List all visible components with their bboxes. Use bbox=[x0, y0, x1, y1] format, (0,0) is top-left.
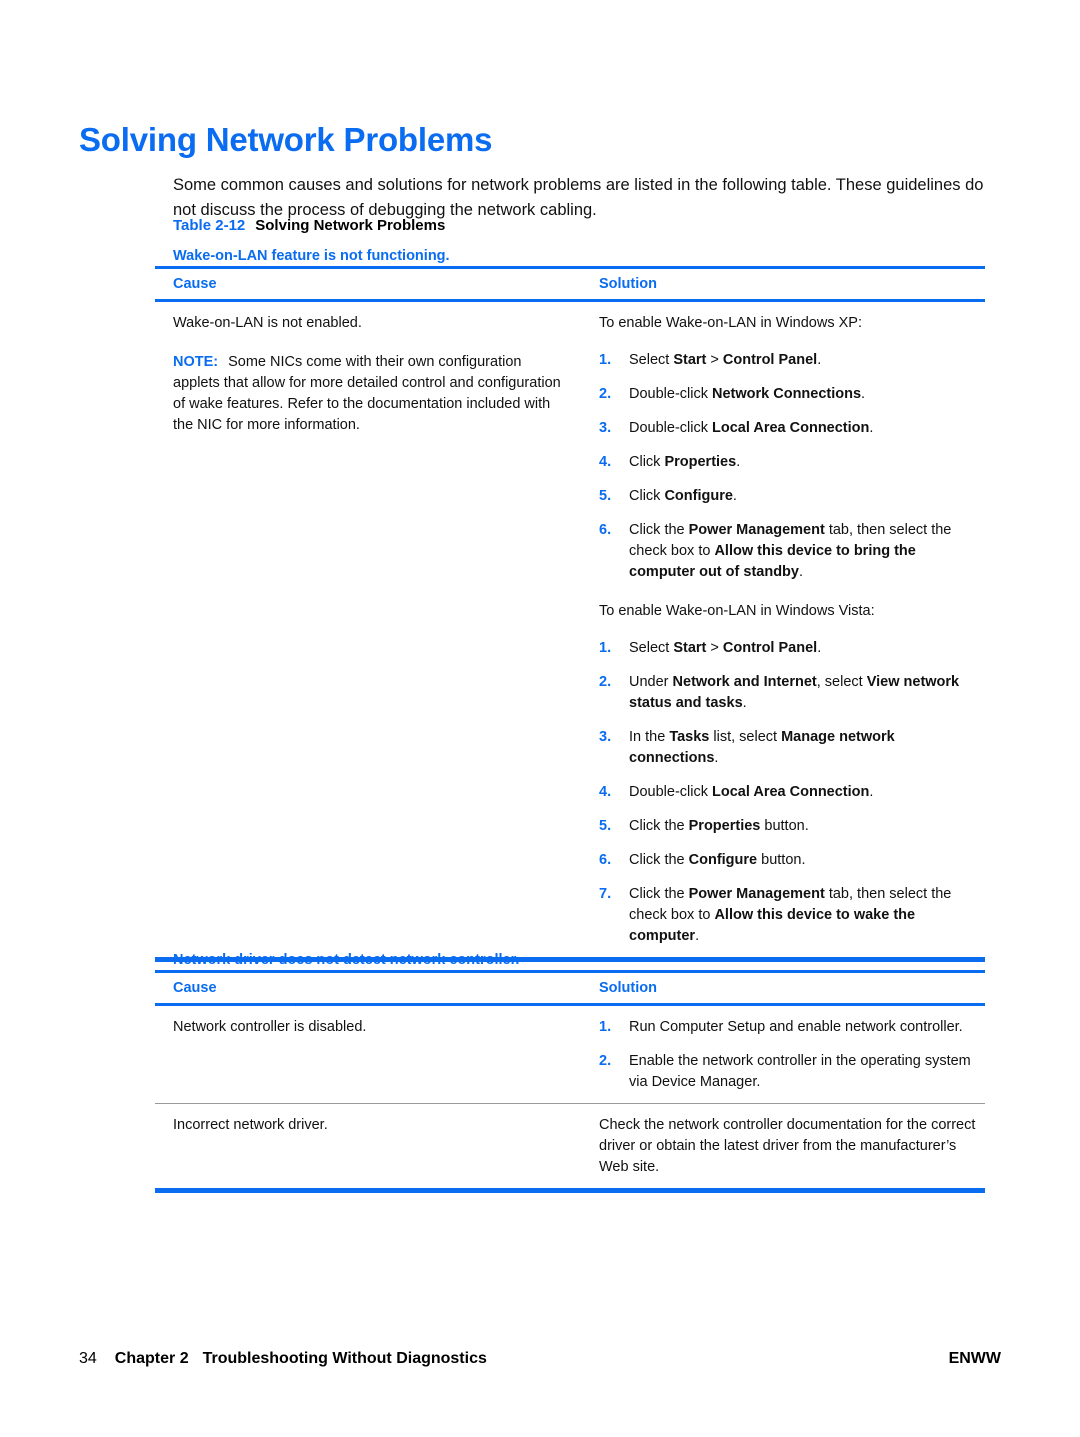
note-label: NOTE: bbox=[173, 354, 219, 370]
xp-steps-list: 1. Select Start > Control Panel. 2. Double-… bbox=[599, 350, 981, 583]
table-row: Network controller is disabled. 1. Run Co… bbox=[155, 1006, 985, 1103]
step-number: 3. bbox=[599, 420, 612, 436]
footer-right-label: ENWW bbox=[948, 1350, 1001, 1367]
step-text: Under Network and Internet, select View … bbox=[629, 674, 960, 711]
table-caption-number: Table 2-12 bbox=[173, 217, 246, 234]
step-text: Select Start > Control Panel. bbox=[629, 352, 822, 368]
cause-text: Wake-on-LAN is not enabled. bbox=[173, 315, 362, 331]
step-text: Click the Configure button. bbox=[629, 852, 806, 868]
table-caption-text: Solving Network Problems bbox=[255, 217, 446, 234]
cell-solution: Check the network controller documentati… bbox=[599, 1117, 976, 1175]
cell-solution: To enable Wake-on-LAN in Windows XP: 1. S… bbox=[577, 302, 985, 957]
step-item: 1. Run Computer Setup and enable network … bbox=[599, 1017, 981, 1038]
cell-cause: Incorrect network driver. bbox=[173, 1117, 328, 1133]
step-number: 5. bbox=[599, 488, 612, 504]
page-title: Solving Network Problems bbox=[79, 121, 493, 159]
step-text: Double-click Local Area Connection. bbox=[629, 420, 874, 436]
step-item: 5. Click the Properties button. bbox=[599, 816, 981, 837]
table-solving-network-problems: Wake-on-LAN feature is not functioning. … bbox=[155, 246, 985, 962]
table-row: Wake-on-LAN is not enabled. NOTE: Some NI… bbox=[155, 302, 985, 957]
step-text: In the Tasks list, select Manage network… bbox=[629, 729, 895, 766]
note-text: Some NICs come with their own configurat… bbox=[173, 354, 561, 433]
column-header-solution: Solution bbox=[599, 980, 657, 996]
footer-page-number: 34 bbox=[79, 1350, 97, 1367]
step-text: Run Computer Setup and enable network co… bbox=[629, 1019, 963, 1035]
step-item: 2. Under Network and Internet, select Vie… bbox=[599, 672, 981, 714]
intro-paragraph: Some common causes and solutions for net… bbox=[173, 175, 984, 219]
step-item: 4. Click Properties. bbox=[599, 452, 981, 473]
step-item: 7. Click the Power Management tab, then s… bbox=[599, 884, 981, 947]
page-footer: 34 Chapter 2 Troubleshooting Without Diagn… bbox=[79, 1350, 1001, 1374]
step-number: 6. bbox=[599, 852, 612, 868]
footer-chapter: Chapter 2 bbox=[114, 1350, 189, 1367]
step-item: 1. Select Start > Control Panel. bbox=[599, 350, 981, 371]
step-text: Double-click Local Area Connection. bbox=[629, 784, 874, 800]
step-number: 1. bbox=[599, 352, 612, 368]
note-block: NOTE: Some NICs come with their own confi… bbox=[173, 352, 565, 436]
step-number: 5. bbox=[599, 818, 612, 834]
cell-cause: Network controller is disabled. bbox=[173, 1019, 367, 1035]
step-number: 4. bbox=[599, 784, 612, 800]
step-number: 6. bbox=[599, 522, 612, 538]
step-text: Click the Properties button. bbox=[629, 818, 809, 834]
step-text: Click Properties. bbox=[629, 454, 741, 470]
step-item: 5. Click Configure. bbox=[599, 486, 981, 507]
xp-lead: To enable Wake-on-LAN in Windows XP: bbox=[599, 315, 862, 331]
column-header-solution: Solution bbox=[599, 276, 657, 292]
cell-cause: Wake-on-LAN is not enabled. NOTE: Some NI… bbox=[155, 302, 577, 957]
step-item: 2. Double-click Network Connections. bbox=[599, 384, 981, 405]
step-text: Enable the network controller in the ope… bbox=[629, 1053, 971, 1090]
section2-row1-steps: 1. Run Computer Setup and enable network … bbox=[599, 1017, 981, 1093]
step-number: 3. bbox=[599, 729, 612, 745]
step-number: 7. bbox=[599, 886, 612, 902]
step-number: 1. bbox=[599, 640, 612, 656]
step-text: Double-click Network Connections. bbox=[629, 386, 866, 402]
step-item: 2. Enable the network controller in the o… bbox=[599, 1051, 981, 1093]
step-number: 1. bbox=[599, 1019, 612, 1035]
step-text: Click the Power Management tab, then sel… bbox=[629, 886, 952, 944]
step-number: 2. bbox=[599, 386, 612, 402]
column-header-cause: Cause bbox=[173, 980, 217, 996]
document-page: Solving Network Problems Some common cau… bbox=[0, 0, 1080, 1437]
table-row: Incorrect network driver. Check the netw… bbox=[155, 1104, 985, 1188]
step-item: 4. Double-click Local Area Connection. bbox=[599, 782, 981, 803]
table-network-driver: Network driver does not detect network c… bbox=[155, 950, 985, 1193]
step-item: 3. Double-click Local Area Connection. bbox=[599, 418, 981, 439]
footer-left: 34 Chapter 2 Troubleshooting Without Diagn… bbox=[79, 1350, 487, 1368]
step-number: 2. bbox=[599, 674, 612, 690]
footer-chapter-title: Troubleshooting Without Diagnostics bbox=[202, 1350, 487, 1367]
section2-closing-rule bbox=[155, 1188, 985, 1193]
vista-steps-list: 1. Select Start > Control Panel. 2. Under N… bbox=[599, 638, 981, 947]
section1-title: Wake-on-LAN feature is not functioning. bbox=[173, 248, 450, 264]
step-item: 6. Click the Power Management tab, then s… bbox=[599, 520, 981, 583]
step-number: 4. bbox=[599, 454, 612, 470]
step-number: 2. bbox=[599, 1053, 612, 1069]
step-item: 1. Select Start > Control Panel. bbox=[599, 638, 981, 659]
section1-header-row: Cause Solution bbox=[155, 269, 985, 299]
step-text: Click Configure. bbox=[629, 488, 737, 504]
cell-solution: 1. Run Computer Setup and enable network … bbox=[577, 1006, 985, 1103]
table-caption: Table 2-12 Solving Network Problems bbox=[173, 217, 445, 234]
section2-header-row: Cause Solution bbox=[155, 973, 985, 1003]
step-text: Select Start > Control Panel. bbox=[629, 640, 822, 656]
step-item: 6. Click the Configure button. bbox=[599, 850, 981, 871]
section2-title: Network driver does not detect network c… bbox=[173, 952, 520, 968]
step-text: Click the Power Management tab, then sel… bbox=[629, 522, 952, 580]
step-item: 3. In the Tasks list, select Manage netwo… bbox=[599, 727, 981, 769]
column-header-cause: Cause bbox=[173, 276, 217, 292]
vista-lead: To enable Wake-on-LAN in Windows Vista: bbox=[599, 603, 875, 619]
